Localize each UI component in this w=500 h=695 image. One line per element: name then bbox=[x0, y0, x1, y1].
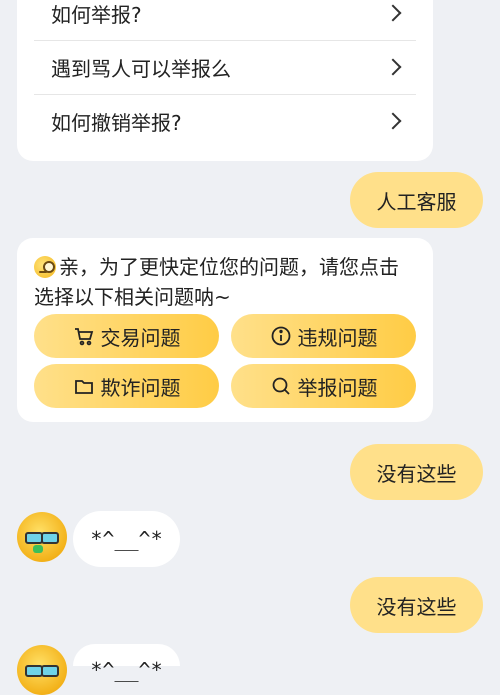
faq-item-label: 如何撤销举报? bbox=[51, 110, 182, 135]
category-label: 欺诈问题 bbox=[100, 375, 181, 400]
avatar-eye bbox=[41, 665, 59, 677]
category-trade-button[interactable]: 交易问题 bbox=[34, 314, 219, 358]
chevron-right-icon bbox=[384, 112, 402, 130]
info-icon bbox=[270, 325, 292, 347]
category-label: 交易问题 bbox=[100, 325, 181, 350]
search-icon bbox=[270, 375, 292, 397]
cart-icon bbox=[73, 325, 95, 347]
prompt-text: 亲，为了更快定位您的问题，请您点击选择以下相关问题呐~ bbox=[34, 255, 399, 309]
faq-item[interactable]: 遇到骂人可以举报么 bbox=[34, 40, 433, 94]
faq-item[interactable]: 如何撤销举报? bbox=[34, 94, 433, 148]
faq-item-label: 如何举报? bbox=[51, 2, 142, 27]
folder-icon bbox=[73, 375, 95, 397]
monocle-face-icon bbox=[34, 256, 56, 278]
user-message-bubble: 没有这些 bbox=[350, 577, 483, 633]
bot-message-bubble: *^__^* bbox=[73, 644, 180, 682]
chevron-right-icon bbox=[384, 58, 402, 76]
category-fraud-button[interactable]: 欺诈问题 bbox=[34, 364, 219, 408]
category-label: 违规问题 bbox=[297, 325, 378, 350]
category-violation-button[interactable]: 违规问题 bbox=[231, 314, 416, 358]
user-message-bubble: 没有这些 bbox=[350, 444, 483, 500]
bot-avatar bbox=[17, 512, 67, 562]
category-label: 举报问题 bbox=[297, 375, 378, 400]
avatar-eye bbox=[41, 532, 59, 544]
faq-card: 如何举报? 遇到骂人可以举报么 如何撤销举报? bbox=[17, 0, 433, 161]
category-question-card: 亲，为了更快定位您的问题，请您点击选择以下相关问题呐~ 交易问题 违规问题 欺诈… bbox=[17, 238, 433, 422]
bot-message-bubble: *^__^* bbox=[73, 511, 180, 567]
faq-item-label: 遇到骂人可以举报么 bbox=[51, 56, 231, 81]
category-report-button[interactable]: 举报问题 bbox=[231, 364, 416, 408]
bot-prompt: 亲，为了更快定位您的问题，请您点击选择以下相关问题呐~ bbox=[34, 252, 409, 312]
user-message-bubble: 人工客服 bbox=[350, 172, 483, 228]
avatar-mouth bbox=[33, 545, 43, 553]
chevron-right-icon bbox=[384, 4, 402, 22]
faq-item[interactable]: 如何举报? bbox=[34, 0, 433, 40]
bot-avatar bbox=[17, 645, 67, 695]
